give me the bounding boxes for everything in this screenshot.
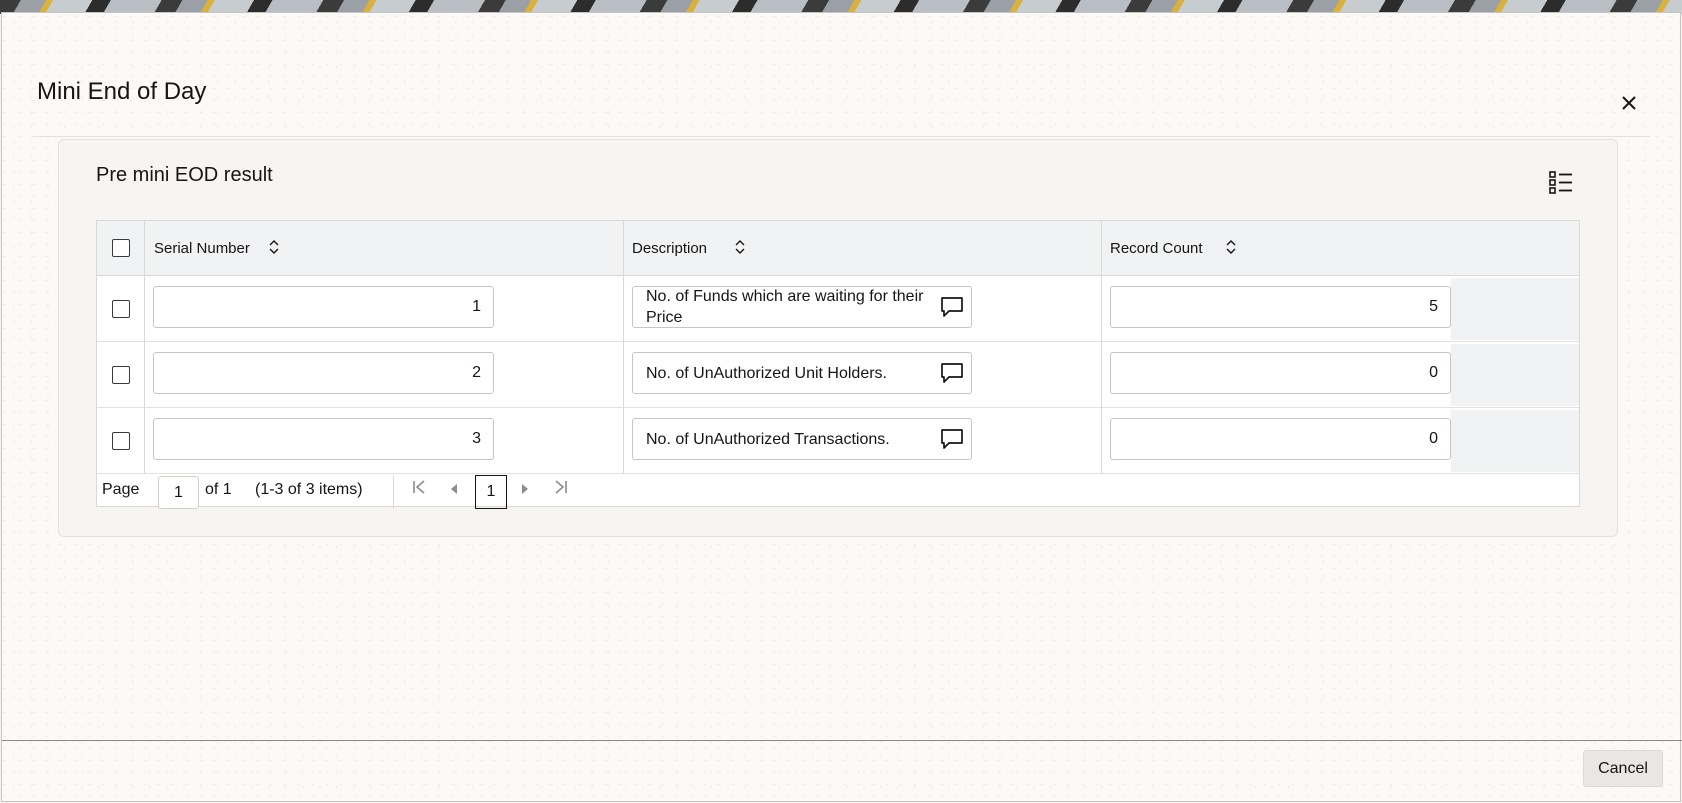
column-separator (623, 276, 624, 342)
items-range-label: (1-3 of 3 items) (255, 481, 363, 498)
title-divider (34, 136, 1650, 137)
column-separator (1101, 408, 1102, 474)
column-separator (623, 221, 624, 276)
select-all-checkbox[interactable] (112, 239, 130, 257)
page-label: Page (102, 481, 140, 498)
current-page-button[interactable]: 1 (475, 475, 507, 509)
panel-title: Pre mini EOD result (96, 164, 273, 186)
serial-number-field[interactable]: 3 (153, 418, 494, 460)
description-field[interactable]: No. of UnAuthorized Transactions. (632, 418, 972, 460)
row-select-checkbox[interactable] (112, 300, 130, 318)
row-select-checkbox[interactable] (112, 366, 130, 384)
row-filler (1451, 278, 1579, 340)
record-count-field[interactable]: 0 (1110, 418, 1451, 460)
description-text: No. of UnAuthorized Unit Holders. (646, 364, 887, 382)
column-separator (1101, 276, 1102, 342)
next-page-icon[interactable] (513, 479, 537, 503)
column-separator (623, 342, 624, 408)
record-count-field[interactable]: 5 (1110, 286, 1451, 328)
serial-number-field[interactable]: 1 (153, 286, 494, 328)
sort-icon[interactable] (268, 237, 280, 257)
dialog-title: Mini End of Day (37, 78, 207, 105)
sort-icon[interactable] (1225, 237, 1237, 257)
result-panel: Pre mini EOD result Serial Number Descri… (58, 139, 1618, 537)
column-separator (1101, 342, 1102, 408)
page-number-input[interactable]: 1 (158, 476, 199, 509)
column-separator (144, 408, 145, 474)
row-select-checkbox[interactable] (112, 432, 130, 450)
comment-icon[interactable] (940, 296, 964, 318)
cancel-button[interactable]: Cancel (1583, 750, 1663, 787)
comment-icon[interactable] (940, 362, 964, 384)
pagination-bar: Page 1 of 1 (1-3 of 3 items) 1 (97, 473, 1579, 509)
page-of-label: of 1 (205, 481, 232, 498)
pager-divider (393, 475, 394, 509)
comment-icon[interactable] (940, 428, 964, 450)
list-view-icon[interactable] (1548, 170, 1574, 194)
results-table: Serial Number Description Record Count 1… (96, 220, 1580, 509)
description-text: No. of Funds which are waiting for their… (646, 288, 924, 326)
previous-page-icon[interactable] (442, 479, 466, 503)
table-row: 3 No. of UnAuthorized Transactions. 0 (97, 408, 1579, 474)
serial-number-field[interactable]: 2 (153, 352, 494, 394)
column-header-serial-number[interactable]: Serial Number (154, 240, 250, 257)
column-separator (144, 342, 145, 408)
column-separator (144, 221, 145, 276)
close-icon[interactable] (1617, 91, 1641, 115)
record-count-field[interactable]: 0 (1110, 352, 1451, 394)
column-separator (144, 276, 145, 342)
mini-eod-dialog: Mini End of Day Pre mini EOD result Seri… (1, 12, 1682, 802)
footer-divider (2, 740, 1682, 741)
column-separator (1101, 221, 1102, 276)
table-row: 1 No. of Funds which are waiting for the… (97, 276, 1579, 342)
column-separator (623, 408, 624, 474)
first-page-icon[interactable] (407, 479, 431, 503)
table-header: Serial Number Description Record Count (97, 221, 1579, 276)
last-page-icon[interactable] (549, 479, 573, 503)
row-filler (1451, 344, 1579, 406)
row-filler (1451, 410, 1579, 472)
description-field[interactable]: No. of UnAuthorized Unit Holders. (632, 352, 972, 394)
column-header-record-count[interactable]: Record Count (1110, 240, 1203, 257)
column-header-description[interactable]: Description (632, 240, 707, 257)
description-field[interactable]: No. of Funds which are waiting for their… (632, 286, 972, 328)
sort-icon[interactable] (734, 237, 746, 257)
description-text: No. of UnAuthorized Transactions. (646, 430, 890, 448)
table-row: 2 No. of UnAuthorized Unit Holders. 0 (97, 342, 1579, 408)
